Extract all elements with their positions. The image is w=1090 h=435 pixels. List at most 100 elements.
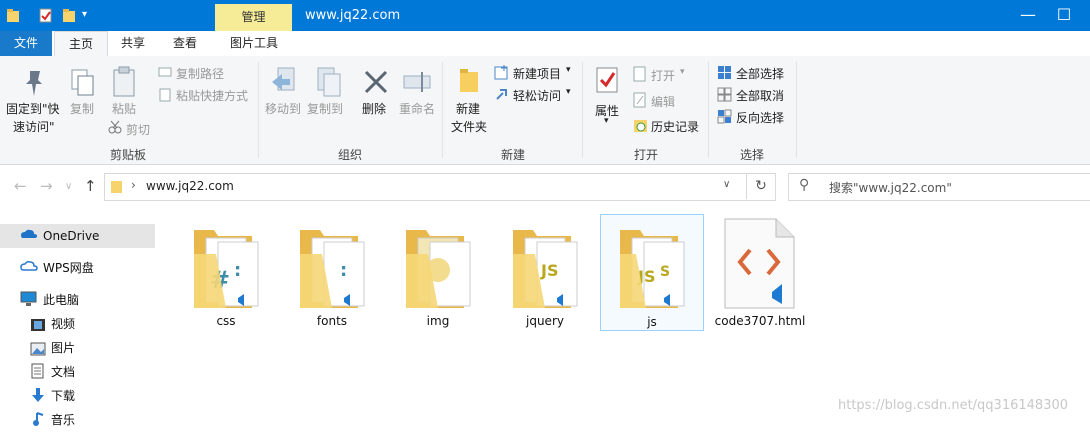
folder-item-jquery[interactable]: JS jquery — [493, 214, 597, 331]
nav-item-this-pc[interactable]: 此电脑 — [0, 288, 155, 312]
title-bar: ▾ 管理 www.jq22.com — ☐ — [0, 0, 1090, 31]
tab-picture-tools[interactable]: 图片工具 — [216, 31, 292, 56]
chevron-down-icon[interactable]: ▾ — [680, 67, 685, 77]
new-folder-button[interactable]: 新建 — [456, 100, 480, 117]
history-icon[interactable] — [633, 117, 649, 136]
copy-path-icon[interactable] — [158, 66, 172, 81]
properties-quick-icon[interactable] — [38, 8, 54, 23]
nav-item-downloads[interactable]: 下载 — [0, 384, 155, 408]
folder-icon[interactable] — [6, 8, 22, 23]
folder-icon: : — [298, 224, 368, 313]
divider — [258, 62, 259, 158]
recent-locations-icon[interactable]: ∨ — [65, 181, 72, 192]
select-none-icon[interactable] — [717, 87, 732, 105]
maximize-icon[interactable]: ☐ — [1046, 4, 1082, 26]
select-all-button[interactable]: 全部选择 — [736, 65, 784, 82]
easy-access-button[interactable]: 轻松访问 — [513, 87, 561, 104]
nav-item-documents[interactable]: 文档 — [0, 360, 155, 384]
group-label-clipboard: 剪贴板 — [109, 148, 146, 162]
tab-home[interactable]: 主页 — [54, 31, 108, 58]
file-name: fonts — [316, 314, 348, 328]
paste-button[interactable]: 粘贴 — [112, 100, 136, 117]
tab-manage[interactable]: 管理 — [215, 4, 292, 31]
rename-icon[interactable] — [402, 70, 434, 97]
invert-selection-button[interactable]: 反向选择 — [736, 109, 784, 126]
folder-item-img[interactable]: img — [386, 214, 490, 331]
tab-file[interactable]: 文件 — [0, 31, 52, 56]
copy-button[interactable]: 复制 — [70, 100, 94, 117]
minimize-icon[interactable]: — — [1010, 4, 1046, 26]
nav-label: OneDrive — [43, 229, 100, 243]
invert-selection-icon[interactable] — [717, 109, 732, 127]
new-item-icon[interactable] — [494, 64, 510, 83]
new-item-button[interactable]: 新建项目 — [513, 65, 561, 82]
cut-button[interactable]: 剪切 — [126, 121, 150, 138]
folder-item-css[interactable]: # : css — [174, 214, 278, 331]
chevron-down-icon[interactable]: ▾ — [604, 116, 609, 126]
forward-arrow-icon[interactable]: → — [40, 177, 53, 195]
open-button[interactable]: 打开 — [651, 67, 675, 84]
divider — [708, 62, 709, 158]
folder-icon — [110, 178, 124, 197]
copy-path-button[interactable]: 复制路径 — [176, 65, 224, 82]
edit-icon[interactable] — [633, 92, 647, 111]
folder-item-fonts[interactable]: : fonts — [280, 214, 384, 331]
copy-icon[interactable] — [70, 68, 96, 101]
history-button[interactable]: 历史记录 — [651, 118, 699, 135]
new-folder-label-2[interactable]: 文件夹 — [451, 118, 487, 135]
nav-label: 音乐 — [51, 413, 76, 427]
scissors-icon[interactable] — [108, 120, 122, 137]
paste-icon[interactable] — [112, 66, 138, 101]
ribbon: 固定到"快 速访问" 复制 粘贴 复制路径 粘贴快捷方式 剪切 剪贴板 移动到 … — [0, 56, 1090, 165]
divider — [582, 62, 583, 158]
tab-share[interactable]: 共享 — [110, 31, 156, 56]
new-folder-icon[interactable] — [458, 68, 482, 97]
back-arrow-icon[interactable]: ← — [14, 177, 27, 195]
delete-icon[interactable] — [362, 68, 390, 99]
nav-item-videos[interactable]: 视频 — [0, 312, 155, 336]
copy-to-button[interactable]: 复制到 — [307, 100, 343, 117]
nav-label: 文档 — [51, 365, 76, 379]
search-placeholder: 搜索"www.jq22.com" — [829, 181, 952, 195]
up-arrow-icon[interactable]: ↑ — [84, 177, 97, 195]
chevron-down-icon[interactable]: ▾ — [566, 87, 571, 97]
move-to-icon[interactable] — [270, 66, 300, 101]
html-file-icon — [724, 218, 796, 313]
address-dropdown-icon[interactable]: ∨ — [723, 179, 730, 190]
pin-quick-access-button[interactable]: 固定到"快 — [6, 100, 60, 117]
address-path[interactable]: www.jq22.com — [146, 179, 234, 193]
new-folder-quick-icon[interactable] — [62, 8, 78, 23]
search-input[interactable]: ⚲ 搜索"www.jq22.com" — [788, 173, 1090, 201]
delete-button[interactable]: 删除 — [362, 100, 386, 117]
copy-to-icon[interactable] — [314, 66, 344, 101]
nav-item-onedrive[interactable]: OneDrive — [0, 224, 155, 248]
easy-access-icon[interactable] — [494, 86, 510, 105]
tab-view[interactable]: 查看 — [162, 31, 208, 56]
paste-shortcut-button[interactable]: 粘贴快捷方式 — [176, 87, 248, 104]
nav-label: WPS网盘 — [43, 261, 94, 275]
edit-button[interactable]: 编辑 — [651, 93, 675, 110]
breadcrumb-separator-icon[interactable]: › — [131, 178, 136, 192]
customize-quick-access-icon[interactable]: ▾ — [82, 9, 98, 24]
rename-button[interactable]: 重命名 — [399, 100, 435, 117]
address-row: ← → ∨ ↑ › www.jq22.com ∨ ↻ ⚲ 搜索"www.jq22… — [0, 165, 1090, 209]
file-item-html[interactable]: code3707.html — [708, 214, 812, 331]
chevron-down-icon[interactable]: ▾ — [566, 65, 571, 75]
open-icon[interactable] — [633, 66, 647, 85]
paste-shortcut-icon[interactable] — [158, 88, 172, 105]
select-none-button[interactable]: 全部取消 — [736, 87, 784, 104]
properties-icon[interactable] — [596, 66, 620, 99]
refresh-icon[interactable]: ↻ — [746, 173, 775, 199]
nav-item-music[interactable]: 音乐 — [0, 408, 155, 432]
folder-icon — [404, 224, 474, 313]
nav-item-wps-cloud[interactable]: WPS网盘 — [0, 256, 155, 280]
move-to-button[interactable]: 移动到 — [265, 100, 301, 117]
address-bar[interactable]: › www.jq22.com ∨ — [104, 173, 776, 201]
folder-item-js[interactable]: JS S js — [600, 214, 704, 331]
nav-label: 此电脑 — [43, 293, 80, 307]
nav-item-pictures[interactable]: 图片 — [0, 336, 155, 360]
file-name: css — [216, 314, 236, 328]
pin-quick-access-label-2[interactable]: 速访问" — [13, 118, 55, 135]
pin-icon[interactable] — [20, 68, 48, 101]
select-all-icon[interactable] — [717, 65, 732, 83]
